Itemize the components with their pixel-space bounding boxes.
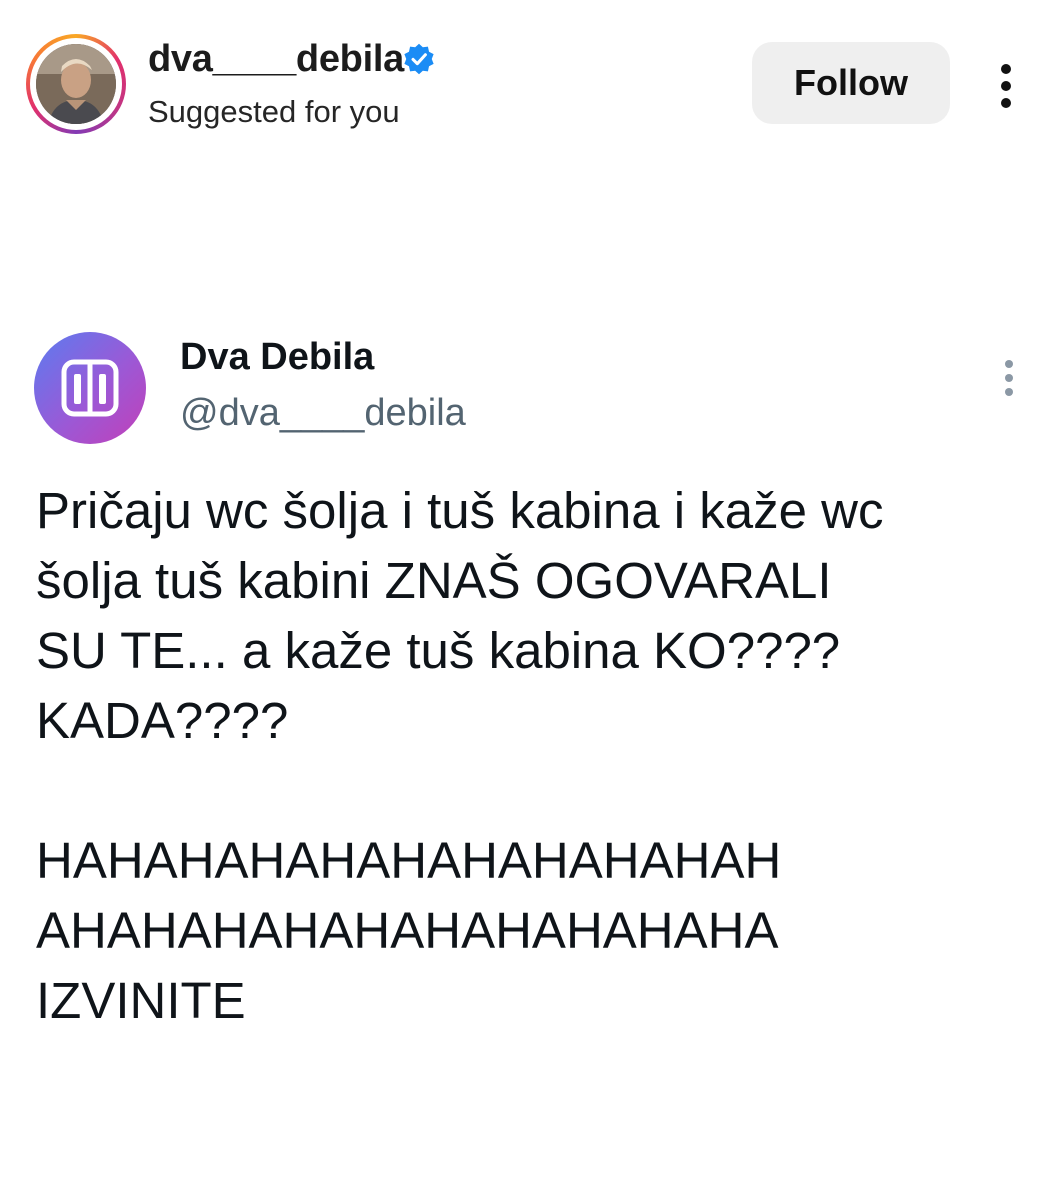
tweet-avatar-logo-icon	[34, 332, 146, 444]
tweet-display-name[interactable]: Dva Debila	[180, 336, 374, 379]
avatar	[36, 44, 116, 124]
post-header: dva____debila Suggested for you Follow	[0, 0, 1056, 160]
tweet-line: AHAHAHAHAHAHAHAHAHAHA	[36, 902, 779, 959]
username[interactable]: dva____debila	[148, 38, 404, 81]
verified-badge-icon	[404, 43, 434, 75]
tweet-line: Pričaju wc šolja i tuš kabina i kaže wc	[36, 482, 884, 539]
tweet-handle[interactable]: @dva____debila	[180, 392, 466, 435]
tweet-line: HAHAHAHAHAHAHAHAHAHAH	[36, 832, 782, 889]
more-options-icon[interactable]	[992, 62, 1022, 110]
tweet-text: Pričaju wc šolja i tuš kabina i kaže wc …	[36, 476, 1036, 1036]
avatar-photo-icon	[36, 44, 116, 124]
tweet-line: KADA????	[36, 692, 289, 749]
tweet-line: SU TE... a kaže tuš kabina KO????	[36, 622, 841, 679]
tweet-line: šolja tuš kabini ZNAŠ OGOVARALI	[36, 552, 832, 609]
suggested-label: Suggested for you	[148, 94, 400, 129]
story-avatar[interactable]	[26, 34, 126, 134]
tweet-line: IZVINITE	[36, 972, 246, 1029]
follow-button[interactable]: Follow	[752, 42, 950, 124]
tweet-more-icon	[1000, 358, 1018, 398]
